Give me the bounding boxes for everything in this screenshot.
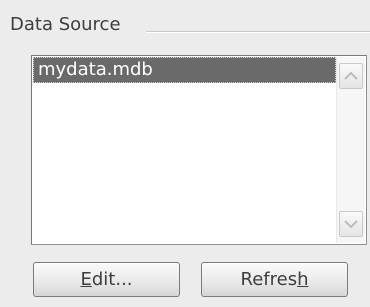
- data-source-list[interactable]: mydata.mdb: [31, 55, 367, 245]
- scroll-up-button[interactable]: [339, 63, 363, 89]
- scroll-down-button[interactable]: [339, 211, 363, 237]
- chevron-down-icon: [344, 220, 358, 228]
- edit-mnemonic: E: [80, 269, 92, 290]
- vertical-scrollbar[interactable]: [336, 57, 365, 243]
- list-item[interactable]: mydata.mdb: [33, 57, 336, 83]
- edit-label: dit...: [91, 269, 133, 290]
- refresh-label: Refres: [240, 269, 298, 290]
- groupbox-frame-line: [146, 31, 370, 33]
- chevron-up-icon: [344, 72, 358, 80]
- refresh-button[interactable]: Refres h: [201, 262, 348, 297]
- data-source-groupbox: Data Source mydata.mdb Edit... Refres h: [0, 0, 370, 307]
- edit-button[interactable]: Edit...: [33, 262, 180, 297]
- list-items: mydata.mdb: [33, 57, 336, 243]
- refresh-mnemonic: h: [297, 269, 309, 290]
- groupbox-title: Data Source: [10, 14, 121, 35]
